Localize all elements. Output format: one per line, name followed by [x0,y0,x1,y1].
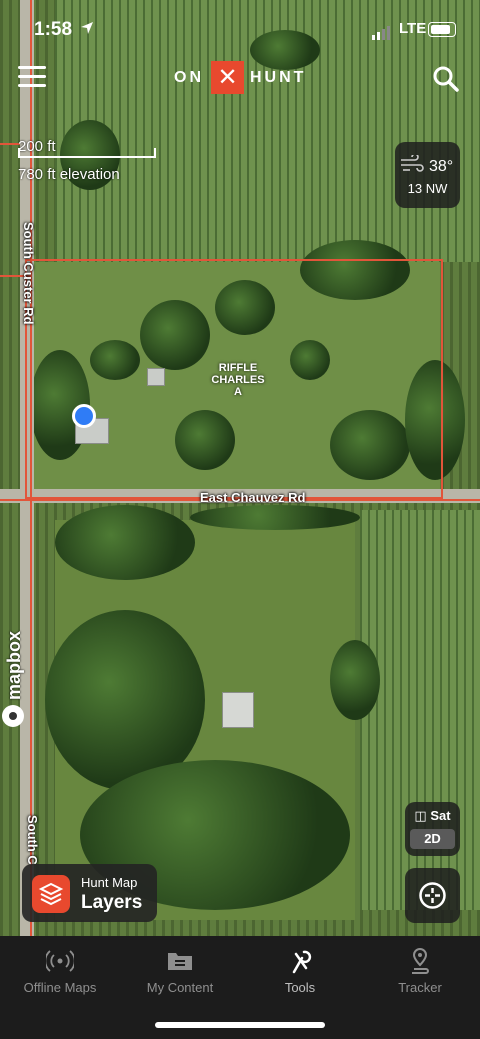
menu-button[interactable] [18,66,46,90]
parcel-owner-label[interactable]: RIFFLE CHARLES A [198,362,278,398]
layers-button[interactable]: Hunt Map Layers [22,864,157,922]
tab-offline-maps[interactable]: Offline Maps [0,936,120,1000]
search-icon[interactable] [432,65,460,93]
brand-x: ✕ [211,61,244,94]
tree [330,640,380,720]
boundary-line [0,143,20,145]
wind-speed-direction: 13 NW [407,181,448,196]
tab-tracker[interactable]: Tracker [360,936,480,1000]
recenter-button[interactable] [405,868,460,923]
parcel-label-line: CHARLES [211,374,265,386]
elevation-label: 780 ft elevation [18,166,120,183]
battery-icon [428,22,456,37]
tab-label: Tracker [398,980,442,995]
parcel-label-line: RIFFLE [218,362,258,374]
tab-bar: Offline Maps My Content Tools Tracker [0,936,480,1039]
hamburger-icon [18,84,46,87]
brand-hunt: HUNT [250,69,307,86]
road-label-south-custer: South Custer Rd [21,222,36,325]
hamburger-icon [18,75,46,78]
status-bar: 1:58 LTE [0,0,480,52]
status-time: 1:58 [34,19,73,40]
mapbox-attribution[interactable]: mapbox [4,631,25,700]
scale-bar [18,148,156,158]
basemap-name: Sat [430,808,451,823]
network-type: LTE [399,20,427,37]
offline-broadcast-icon [46,950,74,972]
tab-label: Tools [284,980,316,995]
home-indicator[interactable] [155,1022,325,1028]
weather-widget[interactable]: 38° 13 NW [395,142,460,208]
crosshair-icon [419,882,446,909]
basemap-toggle[interactable]: ◫ Sat 2D [405,802,460,856]
tab-my-content[interactable]: My Content [120,936,240,1000]
location-arrow-icon [81,22,93,34]
basemap-label: ◫ Sat [414,808,451,823]
road-label-east-chauvez: East Chauvez Rd [200,490,306,505]
hamburger-icon [18,66,46,69]
tab-label: My Content [146,980,214,995]
layers-icon [32,875,70,913]
folder-icon [168,953,192,970]
layers-subtitle: Hunt Map [81,875,138,890]
tab-tools[interactable]: Tools [240,936,360,1000]
satellite-map[interactable]: RIFFLE CHARLES A East Chauvez Rd South C… [0,0,480,936]
onx-hunt-logo: ON ✕ HUNT [172,61,312,95]
brand-on: ON [174,69,204,86]
mapbox-logo-icon [2,705,24,727]
temperature: 38° [429,158,454,175]
tracker-pin-icon [412,948,429,974]
tree-line [55,505,195,580]
user-location-dot [72,404,96,428]
tools-icon [292,950,312,974]
barn [222,692,254,728]
parcel-label-line: A [234,386,242,398]
layers-title: Layers [81,892,143,913]
wind-icon [401,155,424,172]
tab-label: Offline Maps [23,980,97,995]
road-label-south-custer-bottom: South C [25,815,40,865]
view-mode-2d[interactable]: 2D [410,829,455,849]
signal-bars-icon [372,22,392,40]
tree-line [190,505,360,530]
